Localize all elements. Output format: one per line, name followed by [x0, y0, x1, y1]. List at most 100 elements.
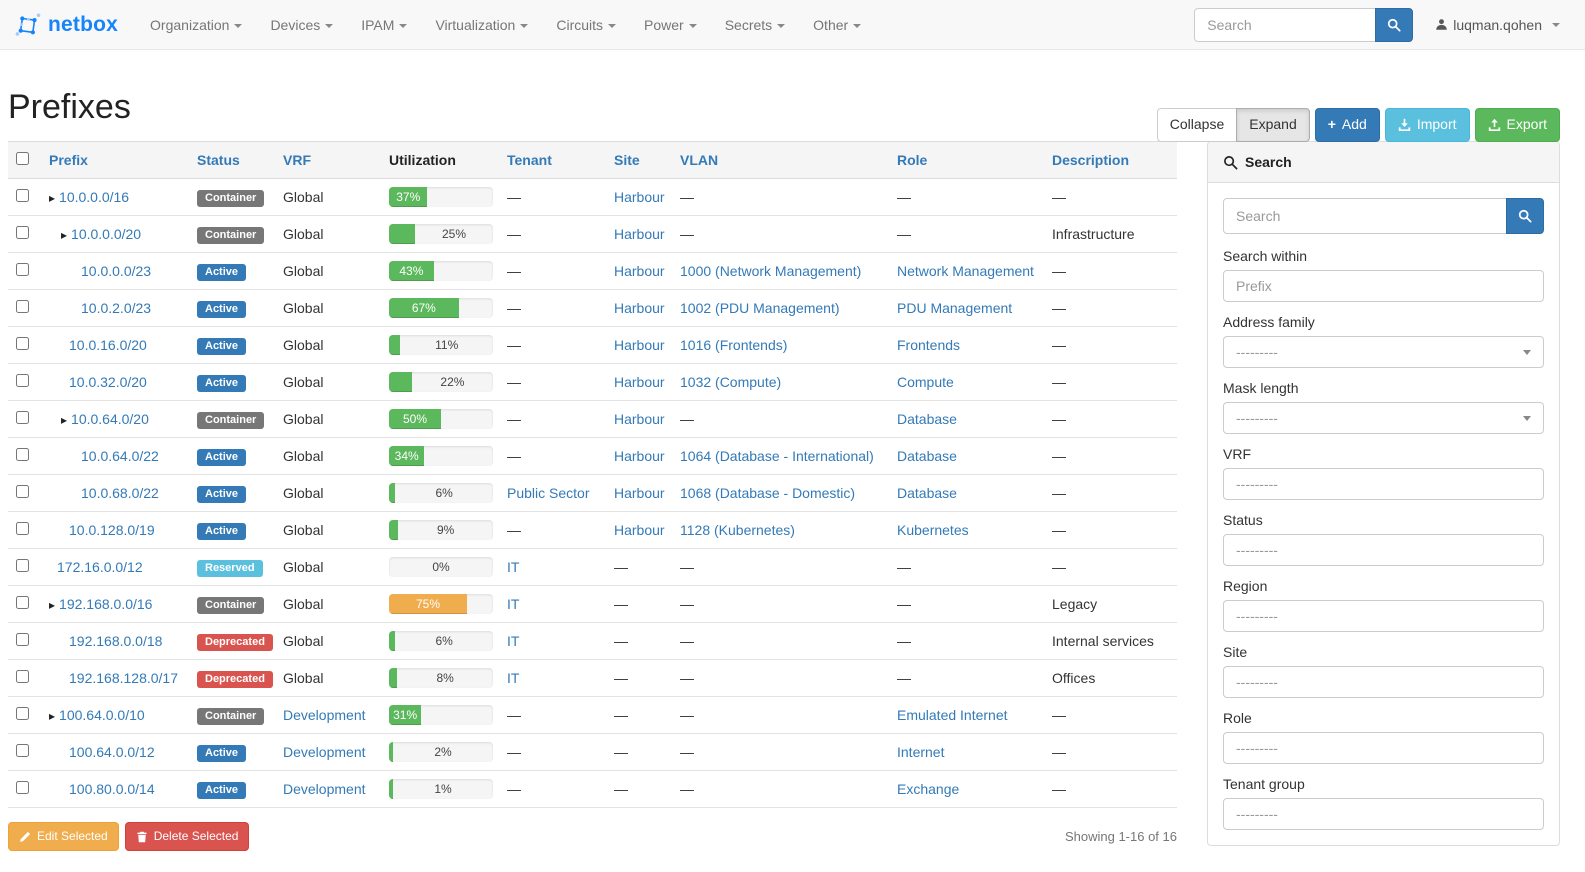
prefix-link[interactable]: 10.0.0.0/20 — [71, 226, 141, 242]
prefix-link[interactable]: 10.0.2.0/23 — [81, 300, 151, 316]
column-header-vrf[interactable]: VRF — [275, 142, 381, 179]
vlan-link[interactable]: 1016 (Frontends) — [680, 337, 787, 353]
prefix-link[interactable]: 10.0.32.0/20 — [69, 374, 147, 390]
site-link[interactable]: Harbour — [614, 485, 665, 501]
role-link[interactable]: PDU Management — [897, 300, 1012, 316]
role-link[interactable]: Database — [897, 411, 957, 427]
collapse-button[interactable]: Collapse — [1157, 108, 1237, 142]
prefix-link[interactable]: 100.64.0.0/10 — [59, 707, 145, 723]
nav-item-other[interactable]: Other — [799, 0, 875, 50]
site-link[interactable]: Harbour — [614, 411, 665, 427]
filter-search-input[interactable] — [1223, 198, 1507, 234]
row-checkbox[interactable] — [16, 596, 29, 609]
column-header-role[interactable]: Role — [889, 142, 1044, 179]
site-link[interactable]: Harbour — [614, 263, 665, 279]
site-link[interactable]: Harbour — [614, 448, 665, 464]
tenant-link[interactable]: IT — [507, 596, 519, 612]
row-checkbox[interactable] — [16, 485, 29, 498]
row-checkbox[interactable] — [16, 744, 29, 757]
prefix-link[interactable]: 10.0.64.0/22 — [81, 448, 159, 464]
delete-selected-button[interactable]: Delete Selected — [125, 822, 250, 851]
row-checkbox[interactable] — [16, 263, 29, 276]
column-header-tenant[interactable]: Tenant — [499, 142, 606, 179]
role-link[interactable]: Frontends — [897, 337, 960, 353]
row-checkbox[interactable] — [16, 633, 29, 646]
nav-item-ipam[interactable]: IPAM — [347, 0, 421, 50]
prefix-link[interactable]: 10.0.128.0/19 — [69, 522, 155, 538]
row-checkbox[interactable] — [16, 189, 29, 202]
filter-select-tenant-group[interactable]: --------- — [1223, 798, 1544, 830]
nav-item-devices[interactable]: Devices — [256, 0, 347, 50]
vlan-link[interactable]: 1064 (Database - International) — [680, 448, 874, 464]
prefix-link[interactable]: 192.168.0.0/18 — [69, 633, 162, 649]
role-link[interactable]: Database — [897, 485, 957, 501]
site-link[interactable]: Harbour — [614, 300, 665, 316]
vlan-link[interactable]: 1032 (Compute) — [680, 374, 781, 390]
vrf-link[interactable]: Development — [283, 707, 366, 723]
column-header-description[interactable]: Description — [1044, 142, 1177, 179]
row-checkbox[interactable] — [16, 559, 29, 572]
prefix-link[interactable]: 100.80.0.0/14 — [69, 781, 155, 797]
vlan-link[interactable]: 1128 (Kubernetes) — [680, 522, 795, 538]
prefix-link[interactable]: 10.0.68.0/22 — [81, 485, 159, 501]
row-checkbox[interactable] — [16, 781, 29, 794]
role-link[interactable]: Compute — [897, 374, 954, 390]
prefix-link[interactable]: 10.0.64.0/20 — [71, 411, 149, 427]
site-link[interactable]: Harbour — [614, 522, 665, 538]
vrf-link[interactable]: Development — [283, 781, 366, 797]
edit-selected-button[interactable]: Edit Selected — [8, 822, 119, 851]
role-link[interactable]: Kubernetes — [897, 522, 969, 538]
vlan-link[interactable]: 1000 (Network Management) — [680, 263, 861, 279]
row-checkbox[interactable] — [16, 522, 29, 535]
row-checkbox[interactable] — [16, 374, 29, 387]
prefix-link[interactable]: 100.64.0.0/12 — [69, 744, 155, 760]
site-link[interactable]: Harbour — [614, 189, 665, 205]
column-header-site[interactable]: Site — [606, 142, 672, 179]
nav-item-secrets[interactable]: Secrets — [711, 0, 799, 50]
column-header-vlan[interactable]: VLAN — [672, 142, 889, 179]
expand-button[interactable]: Expand — [1236, 108, 1309, 142]
role-link[interactable]: Database — [897, 448, 957, 464]
row-checkbox[interactable] — [16, 448, 29, 461]
tenant-link[interactable]: IT — [507, 633, 519, 649]
filter-select-status[interactable]: --------- — [1223, 534, 1544, 566]
prefix-link[interactable]: 10.0.0.0/23 — [81, 263, 151, 279]
site-link[interactable]: Harbour — [614, 374, 665, 390]
filter-select-mask-length[interactable]: --------- — [1223, 402, 1544, 434]
vlan-link[interactable]: 1068 (Database - Domestic) — [680, 485, 855, 501]
filter-search-button[interactable] — [1506, 198, 1544, 234]
user-menu[interactable]: luqman.qohen — [1435, 17, 1560, 33]
row-checkbox[interactable] — [16, 300, 29, 313]
column-header-status[interactable]: Status — [189, 142, 275, 179]
column-header-prefix[interactable]: Prefix — [41, 142, 189, 179]
prefix-link[interactable]: 192.168.0.0/16 — [59, 596, 152, 612]
filter-select-site[interactable]: --------- — [1223, 666, 1544, 698]
row-checkbox[interactable] — [16, 707, 29, 720]
tenant-link[interactable]: Public Sector — [507, 485, 589, 501]
netbox-brand[interactable]: netbox — [15, 12, 118, 38]
prefix-link[interactable]: 172.16.0.0/12 — [57, 559, 143, 575]
export-button[interactable]: Export — [1475, 108, 1560, 142]
prefix-link[interactable]: 10.0.16.0/20 — [69, 337, 147, 353]
role-link[interactable]: Emulated Internet — [897, 707, 1008, 723]
site-link[interactable]: Harbour — [614, 337, 665, 353]
select-all-checkbox[interactable] — [16, 152, 29, 165]
filter-select-role[interactable]: --------- — [1223, 732, 1544, 764]
row-checkbox[interactable] — [16, 226, 29, 239]
navbar-search-button[interactable] — [1375, 8, 1413, 42]
tenant-link[interactable]: IT — [507, 559, 519, 575]
tenant-link[interactable]: IT — [507, 670, 519, 686]
row-checkbox[interactable] — [16, 670, 29, 683]
role-link[interactable]: Exchange — [897, 781, 959, 797]
nav-item-virtualization[interactable]: Virtualization — [421, 0, 542, 50]
row-checkbox[interactable] — [16, 411, 29, 424]
role-link[interactable]: Internet — [897, 744, 944, 760]
filter-select-vrf[interactable]: --------- — [1223, 468, 1544, 500]
filter-input-search-within[interactable] — [1223, 270, 1544, 302]
row-checkbox[interactable] — [16, 337, 29, 350]
filter-select-address-family[interactable]: --------- — [1223, 336, 1544, 368]
role-link[interactable]: Network Management — [897, 263, 1034, 279]
prefix-link[interactable]: 192.168.128.0/17 — [69, 670, 178, 686]
filter-select-region[interactable]: --------- — [1223, 600, 1544, 632]
prefix-link[interactable]: 10.0.0.0/16 — [59, 189, 129, 205]
